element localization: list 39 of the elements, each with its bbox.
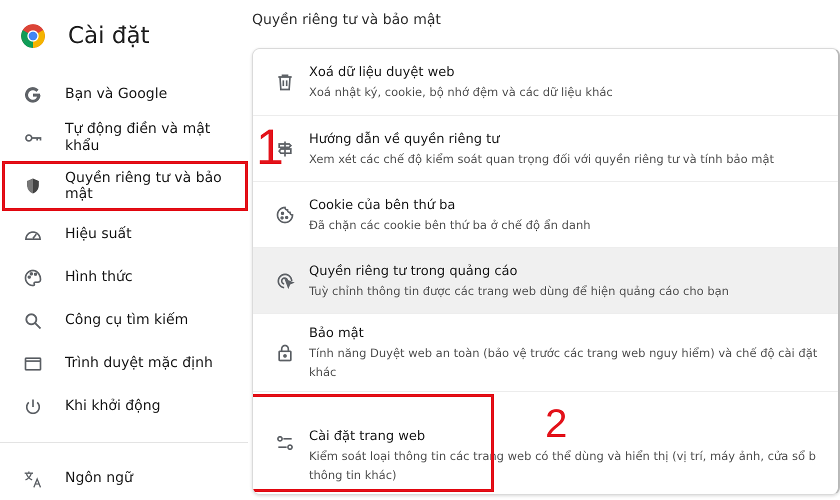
sidebar-item[interactable]: Trình duyệt mặc định	[0, 342, 248, 385]
row-description: Xoá nhật ký, cookie, bộ nhớ đệm và các dữ liệu khác	[309, 85, 613, 99]
app-title: Cài đặt	[68, 23, 150, 49]
sidebar-item[interactable]: Khi khởi động	[0, 385, 248, 428]
sidebar-item[interactable]: Tự động điền và mật khẩu	[0, 116, 248, 159]
settings-row[interactable]: Xoá dữ liệu duyệt web Xoá nhật ký, cookie, bộ nhớ đệm và các dữ liệu khác	[253, 49, 838, 115]
row-description: Đã chặn các cookie bên thứ ba ở chế độ ẩn danh	[309, 218, 591, 232]
row-title: Cài đặt trang web	[309, 429, 426, 444]
row-description: Xem xét các chế độ kiểm soát quan trọng đối với quyền riêng tư và tính bảo mật	[309, 152, 774, 166]
row-description: khác	[309, 365, 338, 379]
row-title: Cookie của bên thứ ba	[309, 198, 456, 212]
sidebar-item[interactable]: Ngôn ngữ	[0, 457, 248, 500]
sidebar-item[interactable]: Hiệu suất	[0, 213, 248, 256]
palette-icon	[23, 268, 43, 288]
power-icon	[23, 396, 43, 416]
row-description: Tính năng Duyệt web an toàn (bảo vệ trước các trang web nguy hiểm) và chế độ cài đặt	[309, 346, 818, 360]
row-description: Tuỳ chỉnh thông tin được các trang web dùng để hiện quảng cáo cho bạn	[309, 284, 729, 298]
settings-row[interactable]: 1 Hướng dẫn về quyền riêng tư Xem xét các chế độ kiểm soát quan trọng đối với quyền riêng tư và tính bảo mật	[253, 115, 838, 181]
sliders-icon	[275, 433, 295, 453]
google-g-icon	[23, 84, 43, 104]
section-title: Quyền riêng tư và bảo mật	[252, 12, 442, 30]
settings-row[interactable]: Quyền riêng tư trong quảng cáo Tuỳ chỉnh thông tin được các trang web dùng để hiện quảng cáo cho bạn	[253, 247, 838, 313]
sidebar-item[interactable]: Bạn và Google	[0, 73, 248, 116]
search-icon	[23, 310, 43, 330]
sidebar-item[interactable]: Quyền riêng tư và bảo mật	[2, 161, 248, 211]
sidebar-item[interactable]: Hình thức	[0, 256, 248, 299]
step-number: 1	[256, 122, 284, 172]
row-title: Bảo mật	[309, 326, 364, 341]
settings-row[interactable]: Bảo mật Tính năng Duyệt web an toàn (bảo vệ trước các trang web nguy hiểm) và chế độ cài đặt khác	[253, 313, 838, 391]
ad-target-icon	[275, 270, 295, 290]
row-title: Quyền riêng tư trong quảng cáo	[309, 264, 518, 278]
translate-icon	[23, 468, 43, 488]
cookie-icon	[275, 204, 295, 224]
sidebar-item[interactable]: Công cụ tìm kiếm	[0, 299, 248, 342]
row-description: thông tin khác)	[309, 468, 398, 482]
row-title: Xoá dữ liệu duyệt web	[309, 65, 454, 80]
browser-logo-icon	[20, 23, 46, 49]
row-title: Hướng dẫn về quyền riêng tư	[309, 132, 500, 146]
step-number: 2	[545, 404, 568, 444]
